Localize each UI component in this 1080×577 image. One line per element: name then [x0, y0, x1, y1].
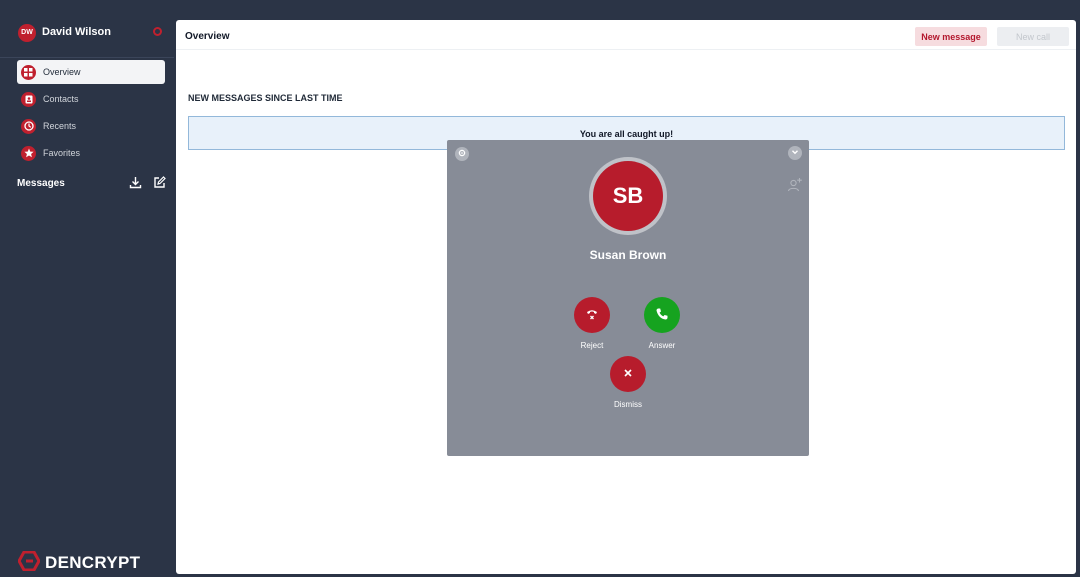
- gear-icon: [458, 148, 466, 160]
- sidebar-item-label: Contacts: [43, 94, 79, 104]
- sidebar-item-label: Overview: [43, 67, 81, 77]
- dismiss-button[interactable]: [610, 356, 646, 392]
- chevron-down-icon: [791, 147, 799, 159]
- hang-up-icon: [585, 307, 599, 324]
- sidebar: DW David Wilson Overview Contacts Recent…: [0, 0, 174, 577]
- phone-icon: [655, 307, 669, 324]
- answer-label: Answer: [648, 341, 676, 350]
- contact-book-icon: [21, 91, 36, 107]
- incoming-call-panel: SB Susan Brown Reject Answer Dismiss: [447, 140, 809, 456]
- close-icon: [623, 368, 633, 381]
- sidebar-nav: Overview Contacts Recents Favorites: [17, 60, 165, 168]
- settings-button[interactable]: [455, 147, 469, 161]
- brand-logo: DENCRYPT: [17, 550, 141, 574]
- answer-action: Answer: [632, 297, 692, 350]
- brand-name: DENCRYPT: [45, 552, 141, 572]
- page-title: Overview: [185, 31, 230, 42]
- sidebar-item-label: Recents: [43, 121, 77, 131]
- sidebar-item-overview[interactable]: Overview: [17, 60, 165, 84]
- caller-avatar: SB: [589, 157, 667, 235]
- download-icon[interactable]: [129, 176, 143, 190]
- caller-name: Susan Brown: [589, 248, 667, 262]
- messages-label: Messages: [17, 177, 65, 189]
- main-header: Overview New message New call: [176, 20, 1076, 50]
- compose-icon[interactable]: [153, 176, 167, 190]
- sidebar-item-favorites[interactable]: Favorites: [17, 141, 165, 165]
- add-participant-icon[interactable]: [787, 177, 803, 193]
- reject-action: Reject: [562, 297, 622, 350]
- reject-label: Reject: [580, 341, 604, 350]
- sidebar-header: DW David Wilson: [0, 0, 174, 58]
- new-call-button[interactable]: New call: [997, 27, 1069, 46]
- clock-icon: [21, 118, 36, 134]
- answer-button[interactable]: [644, 297, 680, 333]
- new-message-button[interactable]: New message: [915, 27, 987, 46]
- dencrypt-logo-icon: [17, 550, 41, 574]
- dismiss-label: Dismiss: [614, 400, 642, 409]
- caller-initials: SB: [593, 161, 663, 231]
- status-ring-icon[interactable]: [153, 27, 162, 36]
- sidebar-item-recents[interactable]: Recents: [17, 114, 165, 138]
- star-icon: [21, 145, 36, 161]
- grid-icon: [21, 64, 36, 80]
- user-avatar[interactable]: DW: [18, 24, 36, 42]
- section-title: NEW MESSAGES SINCE LAST TIME: [188, 93, 343, 103]
- messages-section-header: Messages: [17, 175, 167, 191]
- collapse-button[interactable]: [788, 146, 802, 160]
- reject-button[interactable]: [574, 297, 610, 333]
- user-name[interactable]: David Wilson: [42, 26, 111, 38]
- dismiss-action: Dismiss: [598, 356, 658, 409]
- sidebar-item-label: Favorites: [43, 148, 81, 158]
- sidebar-item-contacts[interactable]: Contacts: [17, 87, 165, 111]
